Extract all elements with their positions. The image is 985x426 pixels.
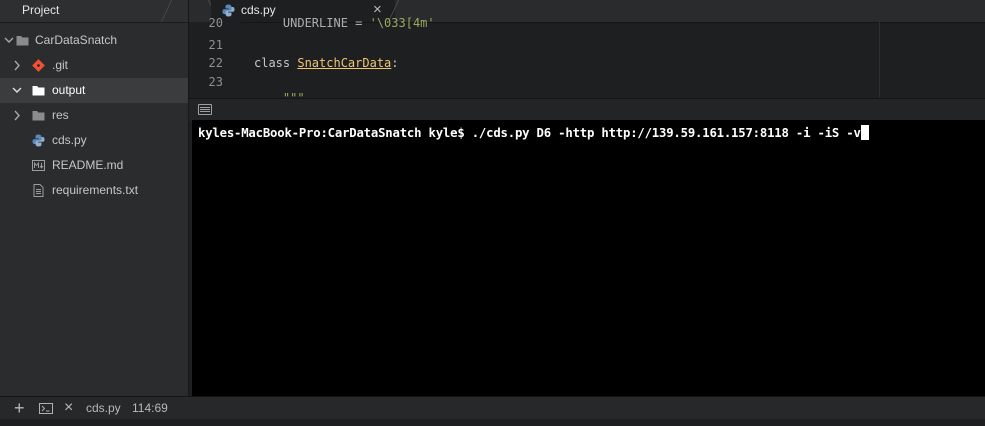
git-icon [32,59,45,72]
terminal-header [189,98,985,121]
folder-icon [16,36,29,46]
tree-item-requirements[interactable]: requirements.txt [0,178,188,203]
project-sidebar: Project CarDataSnatch .git output res cd… [0,0,189,396]
folder-icon [32,86,45,96]
chevron-right-icon [14,60,20,71]
terminal-panel[interactable]: kyles-MacBook-Pro:CarDataSnatch kyle$ ./… [192,120,985,396]
project-tab[interactable]: Project [0,0,188,23]
tree-item-label: res [52,108,69,122]
chevron-right-icon [14,110,20,121]
code-editor[interactable]: cds.py × 20 21 22 23 UNDERLINE = '\033[4… [189,0,985,98]
terminal-command-line: kyles-MacBook-Pro:CarDataSnatch kyle$ ./… [198,126,861,140]
code-keyword: class [254,56,298,70]
tab-title: cds.py [241,3,276,17]
cursor-position[interactable]: 114:69 [132,397,168,419]
tree-item-label: CarDataSnatch [35,33,118,47]
tree-item-git[interactable]: .git [0,53,188,78]
line-number: 21 [208,38,223,52]
close-terminal-button[interactable]: × [64,397,73,419]
chevron-down-icon [4,37,14,43]
status-bar: + × cds.py 114:69 [0,396,985,419]
python-icon [32,134,45,147]
tree-item-label: README.md [52,158,124,172]
code-line: UNDERLINE = '\033[4m' [254,16,435,30]
tree-item-label: cds.py [52,133,87,147]
line-number: 22 [208,56,223,70]
line-number: 23 [208,75,223,89]
code-line: class SnatchCarData: [254,56,399,70]
python-icon [222,4,235,17]
terminal-icon[interactable] [39,397,53,419]
terminal-cursor [860,125,869,140]
tree-item-label: .git [52,58,69,72]
code-line: """ [254,91,305,98]
status-file-name[interactable]: cds.py [86,397,121,419]
add-terminal-button[interactable]: + [14,397,25,419]
tree-item-res[interactable]: res [0,103,188,128]
code-punctuation: : [391,56,399,70]
code-class-name: SnatchCarData [297,56,392,70]
chevron-down-icon [12,87,22,93]
tree-item-cds-py[interactable]: cds.py [0,128,188,153]
markdown-icon [32,160,45,171]
tree-item-label: output [52,83,86,97]
text-file-icon [33,184,44,197]
folder-icon [32,111,45,121]
tree-item-readme[interactable]: README.md [0,153,188,178]
project-tab-label: Project [22,3,60,17]
tree-item-root-folder[interactable]: CarDataSnatch [0,28,188,53]
tree-item-output[interactable]: output [0,78,188,103]
terminal-icon[interactable] [198,104,212,115]
line-number: 20 [208,16,223,30]
tree-item-label: requirements.txt [52,183,139,197]
